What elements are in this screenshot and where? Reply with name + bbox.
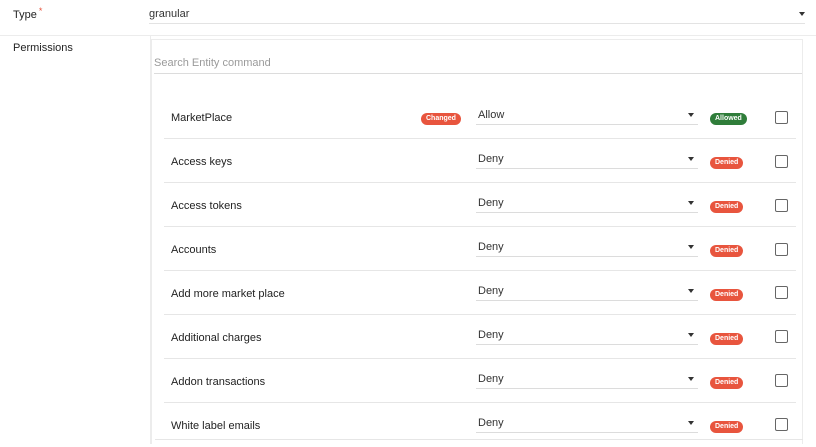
- permission-row: Additional charges Deny Denied: [164, 315, 796, 359]
- status-badge: Denied: [710, 421, 744, 433]
- permission-select[interactable]: Deny: [476, 369, 698, 389]
- permission-name: Access tokens: [171, 200, 242, 212]
- chevron-down-icon: [688, 200, 694, 205]
- row-divider: [155, 439, 803, 440]
- permission-name: Addon transactions: [171, 376, 266, 388]
- row-checkbox[interactable]: [775, 111, 788, 124]
- permission-select-value: Deny: [478, 416, 504, 429]
- changed-badge: Changed: [421, 113, 461, 125]
- status-badge: Denied: [710, 333, 744, 345]
- chevron-down-icon: [688, 420, 694, 425]
- type-label-text: Type: [13, 9, 37, 21]
- status-badge: Denied: [710, 245, 744, 257]
- type-select[interactable]: granular: [149, 4, 805, 24]
- permission-select[interactable]: Deny: [476, 193, 698, 213]
- row-checkbox[interactable]: [775, 330, 788, 343]
- chevron-down-icon: [688, 288, 694, 293]
- status-badge: Allowed: [710, 113, 747, 125]
- chevron-down-icon: [799, 11, 805, 16]
- permission-select[interactable]: Deny: [476, 149, 698, 169]
- type-select-value: granular: [149, 7, 190, 20]
- permission-name: Add more market place: [171, 288, 285, 300]
- chevron-down-icon: [688, 244, 694, 249]
- status-badge: Denied: [710, 201, 744, 213]
- permission-row: MarketPlace Changed Allow Allowed: [164, 95, 796, 139]
- permission-select-value: Deny: [478, 284, 504, 297]
- permission-select-value: Deny: [478, 328, 504, 341]
- row-checkbox[interactable]: [775, 199, 788, 212]
- permission-select-value: Deny: [478, 240, 504, 253]
- permission-row: Addon transactions Deny Denied: [164, 359, 796, 403]
- permission-select[interactable]: Deny: [476, 325, 698, 345]
- permission-name: White label emails: [171, 420, 261, 432]
- status-badge: Denied: [710, 377, 744, 389]
- permission-select-value: Deny: [478, 152, 504, 165]
- permission-row: Access tokens Deny Denied: [164, 183, 796, 227]
- permission-name: MarketPlace: [171, 112, 233, 124]
- chevron-down-icon: [688, 376, 694, 381]
- permission-select[interactable]: Deny: [476, 413, 698, 433]
- label-column: [0, 35, 151, 444]
- search-input[interactable]: [154, 52, 802, 74]
- row-checkbox[interactable]: [775, 243, 788, 256]
- permission-select[interactable]: Allow: [476, 105, 698, 125]
- chevron-down-icon: [688, 156, 694, 161]
- permission-row: Accounts Deny Denied: [164, 227, 796, 271]
- required-mark: *: [38, 6, 43, 16]
- permission-name: Accounts: [171, 244, 217, 256]
- chevron-down-icon: [688, 112, 694, 117]
- status-badge: Denied: [710, 157, 744, 169]
- row-checkbox[interactable]: [775, 155, 788, 168]
- permission-select-value: Allow: [478, 108, 505, 121]
- permission-select-value: Deny: [478, 196, 504, 209]
- permission-row: White label emails Deny Denied: [164, 403, 796, 447]
- row-checkbox[interactable]: [775, 374, 788, 387]
- permission-name: Additional charges: [171, 332, 262, 344]
- permission-select[interactable]: Deny: [476, 281, 698, 301]
- row-checkbox[interactable]: [775, 286, 788, 299]
- permission-row: Add more market place Deny Denied: [164, 271, 796, 315]
- permission-select-value: Deny: [478, 372, 504, 385]
- chevron-down-icon: [688, 332, 694, 337]
- permission-select[interactable]: Deny: [476, 237, 698, 257]
- row-checkbox[interactable]: [775, 418, 788, 431]
- status-badge: Denied: [710, 289, 744, 301]
- permissions-label: Permissions: [13, 42, 73, 54]
- type-label: Type *: [13, 6, 43, 21]
- permission-name: Access keys: [171, 156, 233, 168]
- permission-row: Access keys Deny Denied: [164, 139, 796, 183]
